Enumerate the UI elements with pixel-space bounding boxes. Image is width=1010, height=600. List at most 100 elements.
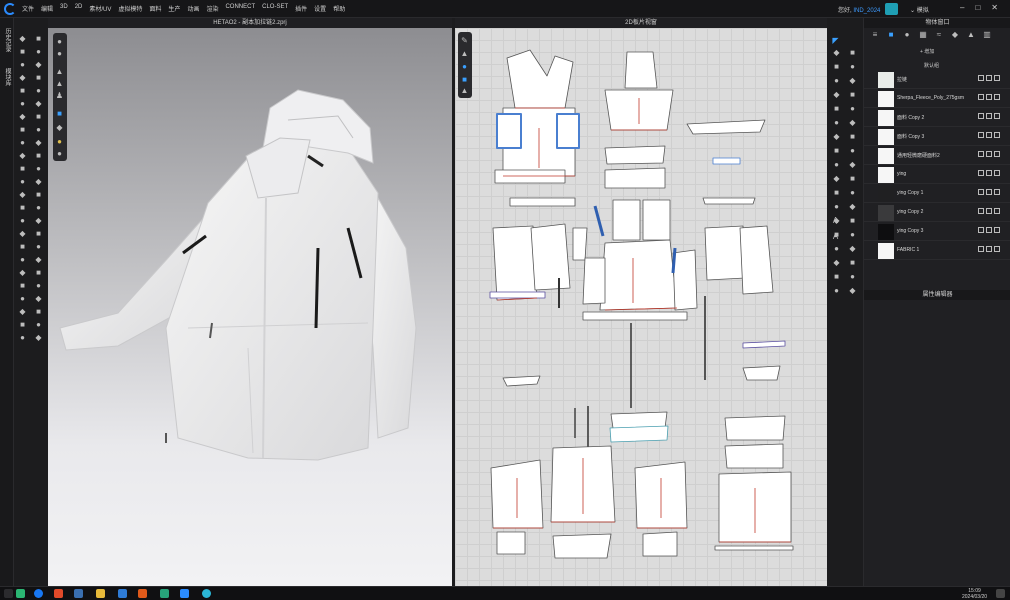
garment-icon[interactable]: ▲ bbox=[55, 67, 64, 76]
list-item[interactable]: ying Copy 3 bbox=[864, 222, 1010, 241]
tool-icon[interactable]: ■ bbox=[18, 125, 27, 134]
tool-icon[interactable]: ■ bbox=[18, 281, 27, 290]
copy-icon[interactable] bbox=[994, 246, 1000, 252]
app-icon[interactable] bbox=[118, 589, 127, 598]
garment-alt-icon[interactable]: ▲ bbox=[460, 86, 469, 95]
tool-icon[interactable]: ◆ bbox=[18, 190, 27, 199]
tool-icon[interactable]: ■ bbox=[18, 242, 27, 251]
clo-icon[interactable] bbox=[180, 589, 189, 598]
button-tab-icon[interactable]: ● bbox=[902, 30, 912, 40]
add-object-button[interactable]: + 增加 bbox=[920, 48, 934, 55]
tool-icon[interactable]: ● bbox=[34, 125, 43, 134]
add-icon[interactable] bbox=[978, 94, 984, 100]
select-pattern-icon[interactable]: ◤ bbox=[831, 36, 840, 45]
menu-2d[interactable]: 2D bbox=[75, 4, 83, 13]
copy-icon[interactable] bbox=[994, 208, 1000, 214]
copy-icon[interactable] bbox=[986, 227, 992, 233]
avatar[interactable] bbox=[885, 3, 898, 15]
tool-icon[interactable]: ■ bbox=[18, 320, 27, 329]
copy-icon[interactable] bbox=[986, 113, 992, 119]
minimize-icon[interactable]: – bbox=[960, 3, 964, 12]
tool-icon[interactable]: ■ bbox=[848, 174, 857, 183]
copy-icon[interactable] bbox=[994, 94, 1000, 100]
tool-icon[interactable]: ◆ bbox=[848, 118, 857, 127]
notification-icon[interactable] bbox=[996, 589, 1005, 598]
tool-icon[interactable]: ◆ bbox=[18, 112, 27, 121]
tool-icon[interactable]: ◆ bbox=[848, 202, 857, 211]
tool-icon[interactable]: ● bbox=[18, 60, 27, 69]
copy-icon[interactable] bbox=[994, 151, 1000, 157]
copy-icon[interactable] bbox=[986, 132, 992, 138]
garment-icon[interactable]: ▲ bbox=[460, 49, 469, 58]
garment-alt-icon[interactable]: ▲ bbox=[55, 79, 64, 88]
fabric-texture-icon[interactable]: ■ bbox=[460, 75, 469, 84]
tool-icon[interactable]: ■ bbox=[832, 104, 841, 113]
tool-icon[interactable]: ● bbox=[18, 333, 27, 342]
close-icon[interactable]: ✕ bbox=[991, 3, 998, 12]
tool-icon[interactable]: ● bbox=[848, 230, 857, 239]
app-icon[interactable] bbox=[16, 589, 25, 598]
tool-icon[interactable]: ■ bbox=[34, 229, 43, 238]
list-item[interactable]: ying Copy 2 bbox=[864, 203, 1010, 222]
tool-icon[interactable]: ◆ bbox=[18, 151, 27, 160]
tool-icon[interactable]: ◆ bbox=[832, 90, 841, 99]
list-item[interactable]: 面料 Copy 3 bbox=[864, 127, 1010, 146]
zipper-tab-icon[interactable]: ≈ bbox=[934, 30, 944, 40]
shirt-tab-icon[interactable]: ▲ bbox=[966, 30, 976, 40]
menu-avatar[interactable]: 虚拟模特 bbox=[118, 4, 142, 13]
tool-icon[interactable]: ● bbox=[34, 203, 43, 212]
display-avatar-alt-icon[interactable]: ● bbox=[55, 49, 64, 58]
illustrator-icon[interactable] bbox=[138, 589, 147, 598]
copy-icon[interactable] bbox=[994, 227, 1000, 233]
add-icon[interactable] bbox=[978, 75, 984, 81]
tool-icon[interactable]: ■ bbox=[34, 151, 43, 160]
grid-tab-icon[interactable]: ▦ bbox=[918, 30, 928, 40]
tool-icon[interactable]: ● bbox=[34, 281, 43, 290]
copy-icon[interactable] bbox=[986, 151, 992, 157]
tool-icon[interactable]: ■ bbox=[848, 132, 857, 141]
chart-tab-icon[interactable]: ▥ bbox=[982, 30, 992, 40]
tag-tab-icon[interactable]: ◆ bbox=[950, 30, 960, 40]
copy-icon[interactable] bbox=[986, 246, 992, 252]
list-item[interactable]: 通用轻微磨硬面料2 bbox=[864, 146, 1010, 165]
tool-icon[interactable]: ● bbox=[848, 146, 857, 155]
menu-render[interactable]: 渲染 bbox=[206, 4, 218, 13]
copy-icon[interactable] bbox=[986, 208, 992, 214]
tool-icon[interactable]: ● bbox=[34, 47, 43, 56]
tool-icon[interactable]: ● bbox=[832, 202, 841, 211]
folder-icon[interactable] bbox=[96, 589, 105, 598]
tool-icon[interactable]: ■ bbox=[34, 307, 43, 316]
viewport-2d-pattern[interactable] bbox=[455, 28, 827, 586]
tool-icon[interactable]: ◆ bbox=[832, 216, 841, 225]
copy-icon[interactable] bbox=[994, 113, 1000, 119]
tool-icon[interactable]: ■ bbox=[832, 188, 841, 197]
tool-icon[interactable]: ■ bbox=[18, 203, 27, 212]
avatar-icon[interactable]: ♟ bbox=[55, 91, 64, 100]
tool-icon[interactable]: ◆ bbox=[832, 174, 841, 183]
tool-icon[interactable]: ● bbox=[18, 99, 27, 108]
menu-plugins[interactable]: 插件 bbox=[295, 4, 307, 13]
copy-icon[interactable] bbox=[986, 75, 992, 81]
app-icon[interactable] bbox=[202, 589, 211, 598]
tool-icon[interactable]: ● bbox=[18, 216, 27, 225]
tool-icon[interactable]: ■ bbox=[34, 190, 43, 199]
tool-icon[interactable]: ● bbox=[832, 160, 841, 169]
menu-connect[interactable]: CONNECT bbox=[225, 4, 255, 13]
copy-icon[interactable] bbox=[986, 189, 992, 195]
list-item[interactable]: Sherpa_Fleece_Poly_275gsm bbox=[864, 89, 1010, 108]
menu-animation[interactable]: 动画 bbox=[187, 4, 199, 13]
tool-icon[interactable]: ◆ bbox=[832, 132, 841, 141]
tool-icon[interactable]: ■ bbox=[34, 73, 43, 82]
tool-icon[interactable]: ◆ bbox=[832, 48, 841, 57]
menu-material-uv[interactable]: 素材/UV bbox=[89, 4, 111, 13]
tool-icon[interactable]: ● bbox=[18, 294, 27, 303]
tool-icon[interactable]: ● bbox=[848, 272, 857, 281]
menu-file[interactable]: 文件 bbox=[22, 4, 34, 13]
tool-icon[interactable]: ◆ bbox=[18, 307, 27, 316]
tool-icon[interactable]: ◆ bbox=[34, 294, 43, 303]
tool-icon[interactable]: ● bbox=[848, 62, 857, 71]
list-item[interactable]: FABRIC 1 bbox=[864, 241, 1010, 260]
tool-icon[interactable]: ● bbox=[34, 86, 43, 95]
tool-icon[interactable]: ■ bbox=[18, 164, 27, 173]
tool-icon[interactable]: ◆ bbox=[848, 244, 857, 253]
